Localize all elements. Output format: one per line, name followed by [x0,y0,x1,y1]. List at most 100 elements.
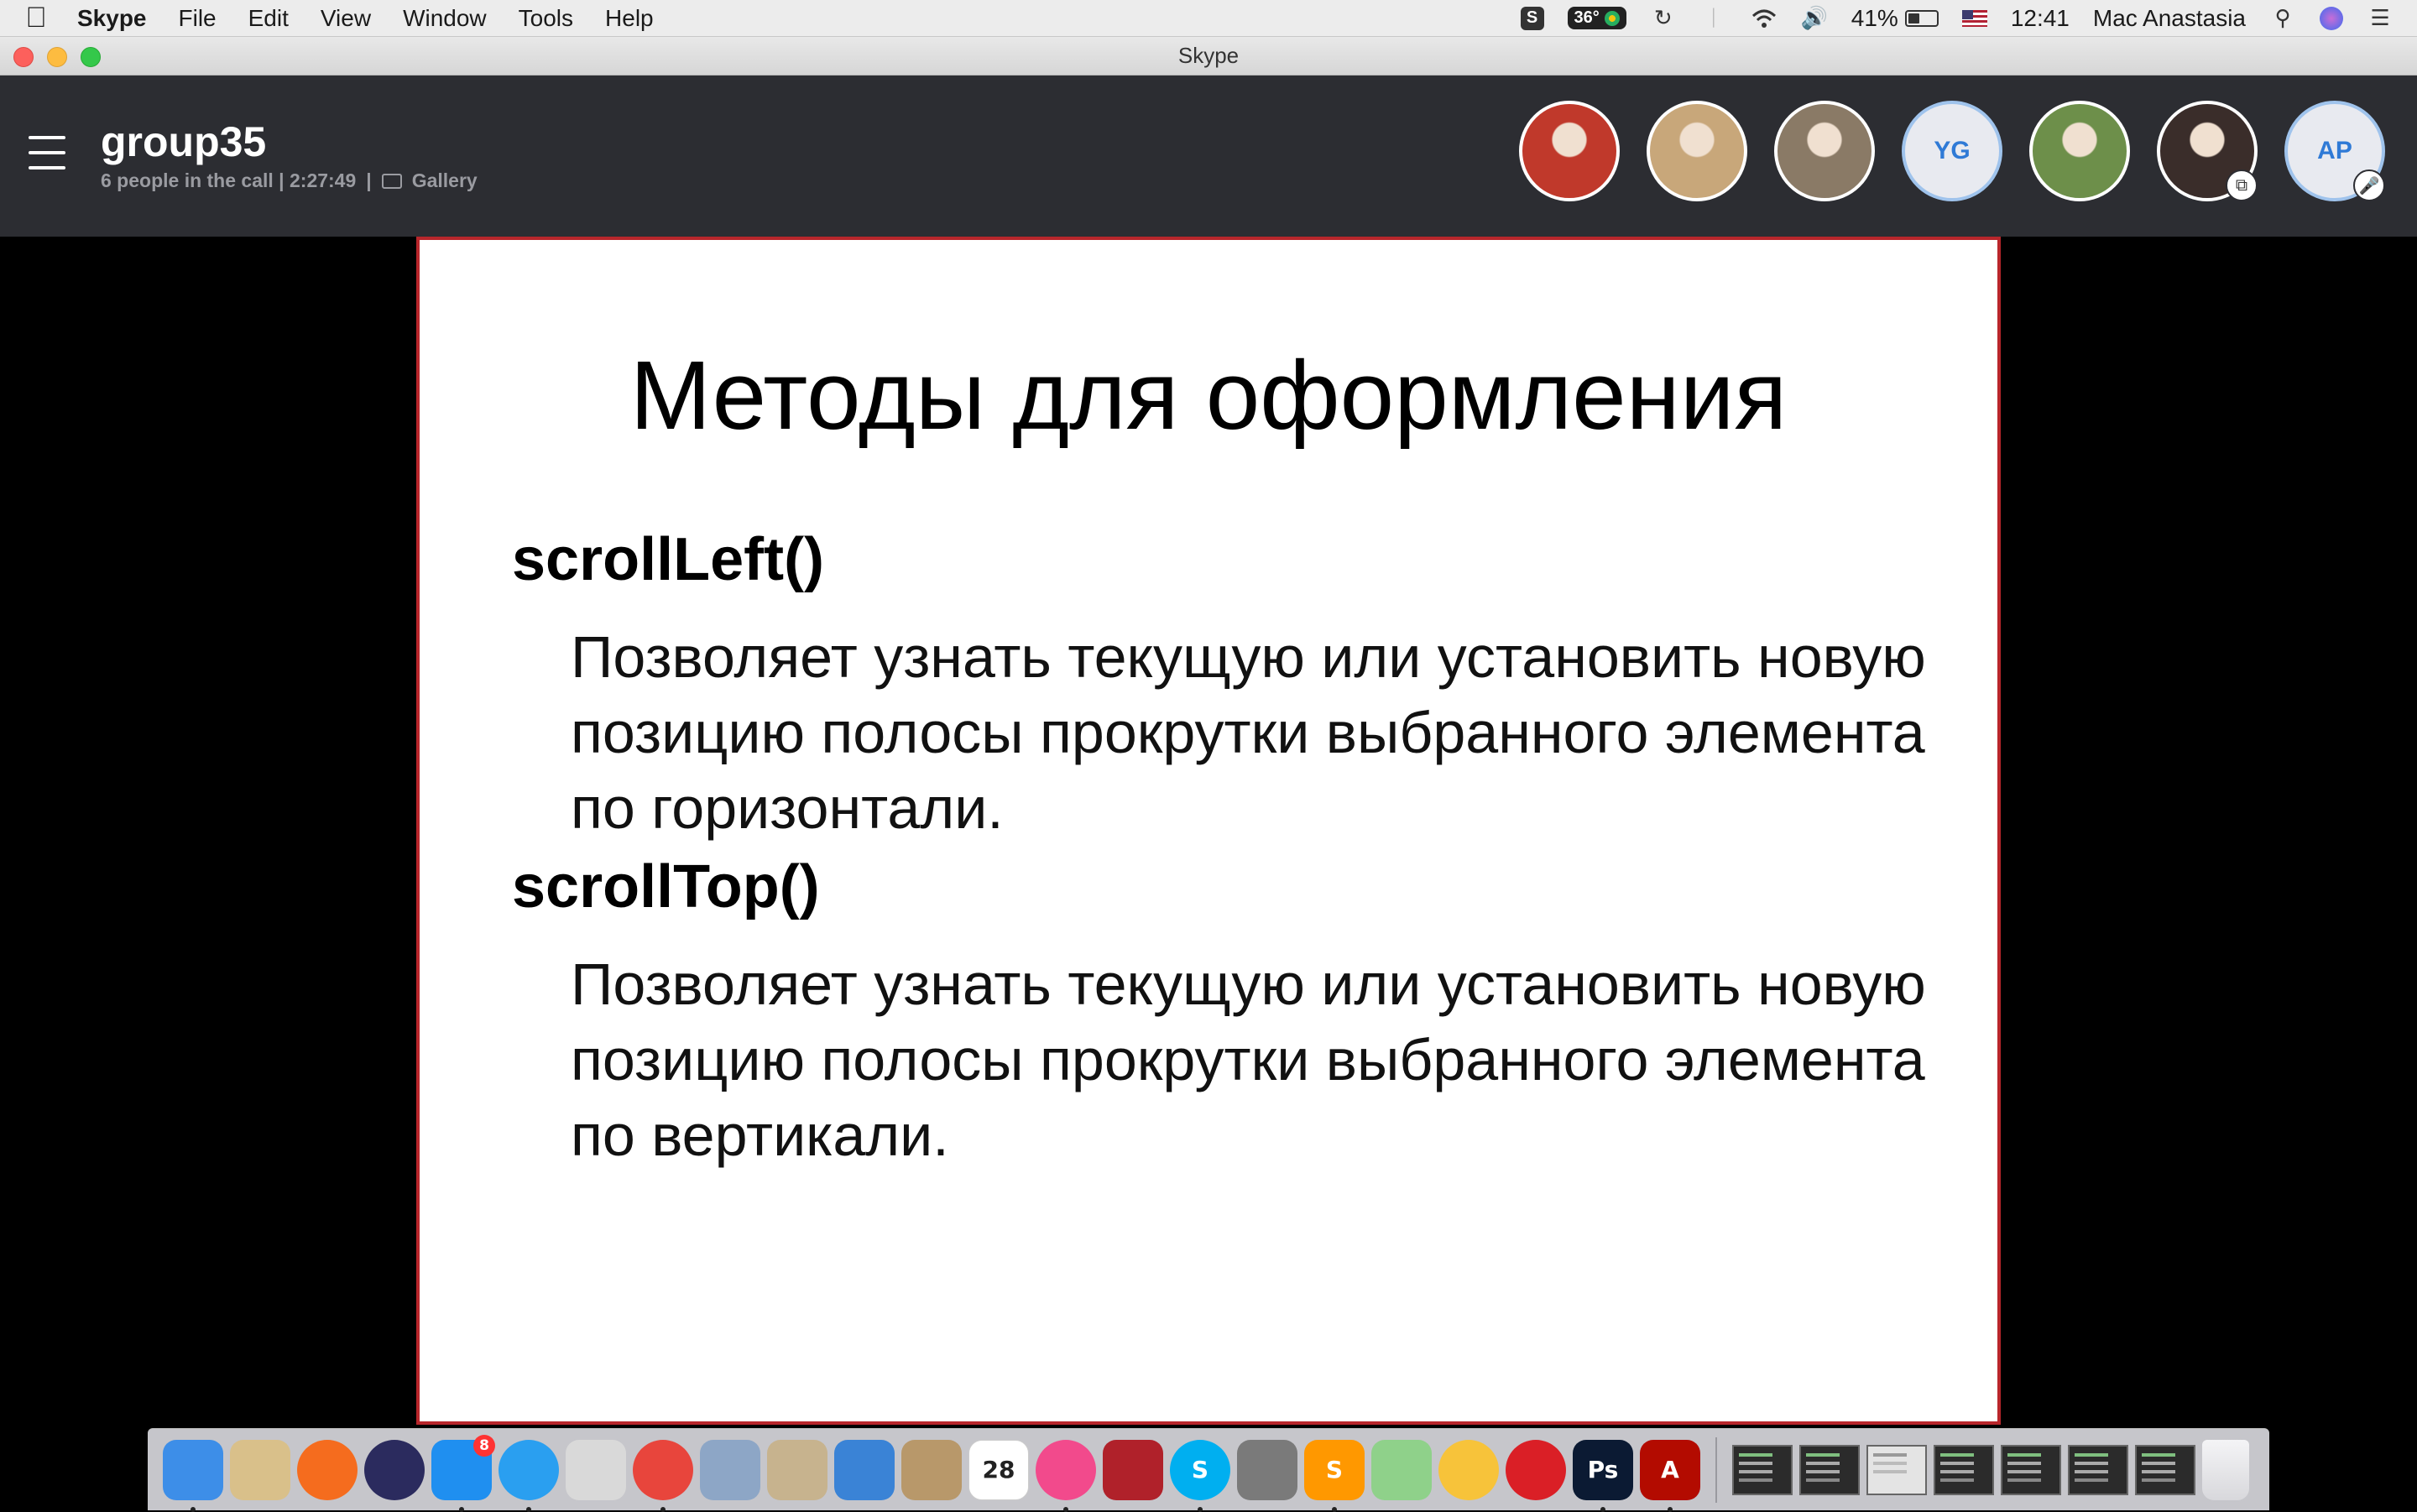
window-thumbnail-sublime-icon[interactable] [1934,1444,1994,1495]
chrome-icon[interactable] [633,1439,693,1512]
running-indicator [1063,1506,1068,1512]
running-indicator [459,1506,464,1512]
bluetooth-icon[interactable]: ᛁ [1700,5,1727,32]
minimize-window-button[interactable] [47,47,67,67]
menu-bar:  Skype File Edit View Window Tools Help… [0,0,2417,37]
dock-icon-label: 28 [982,1456,1015,1483]
volume-icon[interactable]: 🔊 [1801,5,1828,32]
notification-center-icon[interactable]: ☰ [2367,5,2394,32]
window-titlebar: Skype [0,37,2417,76]
apple-icon[interactable]:  [23,2,49,34]
dock-icon-label: S [1191,1456,1209,1483]
dock-icon-label: Ps [1587,1456,1619,1483]
slide-title: Методы для оформления [629,341,1788,450]
wifi-icon[interactable] [1751,5,1778,32]
status-menus: S 36° ↻ ᛁ 🔊 41% 12:41 Mac Anastasia ⚲ ☰ [1520,5,2394,32]
origin-icon[interactable] [297,1439,358,1500]
notification-badge: 8 [473,1434,495,1457]
avatar-initials: AP [2317,137,2352,164]
participant-avatars: YG ⧉ AP 🎤 [1519,101,2385,201]
calendar-icon[interactable]: 28 [968,1439,1029,1500]
window-thumbnail-sublime-icon[interactable] [2135,1444,2195,1495]
menu-tools[interactable]: Tools [519,5,573,32]
slide-term-2: scrollTop() [512,853,820,920]
call-title[interactable]: group35 [101,117,266,166]
sublime-icon[interactable]: S [1304,1439,1365,1512]
acrobat-icon[interactable]: A [1640,1439,1700,1512]
gear-icon[interactable] [1237,1439,1297,1500]
call-status: 6 people in the call | 2:27:49 | Gallery [101,169,478,192]
input-source-us-flag-icon[interactable] [1961,9,1987,27]
mic-muted-icon: 🎤 [2353,169,2385,201]
participant-avatar-2[interactable] [1647,101,1747,201]
photo-booth-icon[interactable] [1103,1439,1163,1500]
running-indicator [1600,1506,1605,1512]
clock[interactable]: 12:41 [2011,5,2070,32]
photos-icon[interactable] [1438,1439,1499,1500]
slide-description-2: Позволяет узнать текущую или установить … [571,952,1926,1168]
battery-status[interactable]: 41% [1851,5,1939,32]
spotlight-search-icon[interactable]: ⚲ [2269,5,2296,32]
battery-percent: 41% [1851,4,1898,31]
window-thumbnail-sublime-icon[interactable] [1799,1444,1860,1495]
dock-icon-label: S [1325,1456,1344,1483]
zoom-window-button[interactable] [81,47,101,67]
launchpad-icon[interactable] [566,1439,626,1500]
menu-hamburger-icon[interactable] [29,136,65,169]
stickies-icon[interactable] [834,1439,895,1500]
participant-avatar-5[interactable] [2029,101,2130,201]
menu-edit[interactable]: Edit [248,5,289,32]
window-thumbnail-pdf-icon[interactable] [1866,1444,1927,1495]
feather-icon[interactable] [700,1439,760,1500]
photoshop-icon[interactable]: Ps [1573,1439,1633,1512]
participant-avatar-3[interactable] [1774,101,1875,201]
gallery-icon[interactable] [381,173,402,189]
window-title: Skype [1177,43,1240,68]
time-machine-icon[interactable]: ↻ [1650,5,1677,32]
creative-cloud-icon[interactable] [1506,1439,1566,1500]
window-thumbnail-sublime-icon[interactable] [2068,1444,2128,1495]
temperature-icon [1604,10,1620,26]
user-name[interactable]: Mac Anastasia [2093,5,2246,32]
window-thumbnail-photoshop-icon[interactable] [1732,1444,1793,1495]
preview-icon[interactable] [230,1439,290,1500]
participant-avatar-6[interactable]: ⧉ [2157,101,2258,201]
running-indicator [1668,1506,1673,1512]
slide-description-1: Позволяет узнать текущую или установить … [571,624,1926,841]
finder-icon[interactable] [163,1439,223,1512]
files-icon[interactable] [767,1439,827,1500]
window-thumbnail-sublime-icon[interactable] [2001,1444,2061,1495]
running-indicator [1332,1506,1337,1512]
temperature-value: 36° [1574,8,1600,27]
participant-avatar-yg[interactable]: YG [1902,101,2002,201]
menu-app-skype[interactable]: Skype [77,5,147,32]
close-window-button[interactable] [13,47,34,67]
maps-icon[interactable] [1371,1439,1432,1500]
itunes-icon[interactable] [1036,1439,1096,1512]
menu-window[interactable]: Window [403,5,487,32]
dock-icon-label: A [1661,1456,1679,1483]
call-header: group35 6 people in the call | 2:27:49 |… [0,76,2417,237]
dock: 8 28 S S Ps A [148,1428,2269,1512]
trash-icon[interactable] [2202,1439,2249,1500]
safari-icon[interactable] [499,1439,559,1512]
running-indicator [191,1506,196,1512]
skype-icon[interactable]: S [1170,1439,1230,1512]
siri-menu-icon[interactable] [2320,6,2343,30]
battery-level [1908,13,1919,23]
menu-help[interactable]: Help [605,5,654,32]
menu-file[interactable]: File [179,5,217,32]
contacts-icon[interactable] [901,1439,962,1500]
temperature-widget[interactable]: 36° [1567,7,1626,29]
skype-tray-icon[interactable]: S [1520,6,1544,30]
avatar-initials: YG [1934,137,1971,164]
siri-icon[interactable] [364,1439,425,1500]
running-indicator [660,1506,666,1512]
participant-avatar-ap[interactable]: AP 🎤 [2284,101,2385,201]
app-store-icon[interactable]: 8 [431,1434,495,1512]
menu-view[interactable]: View [321,5,371,32]
participant-avatar-1[interactable] [1519,101,1620,201]
view-mode-label[interactable]: Gallery [412,169,478,192]
running-indicator [1198,1506,1203,1512]
call-participants-duration: 6 people in the call | 2:27:49 [101,169,357,191]
